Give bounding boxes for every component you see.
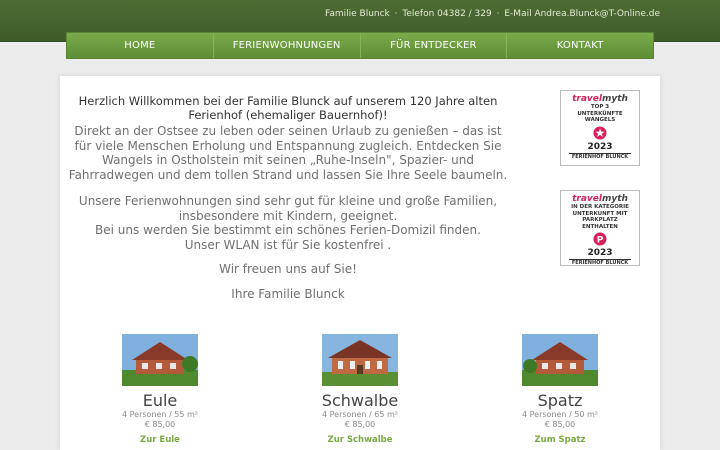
apartment-link[interactable]: Zur Schwalbe bbox=[300, 435, 420, 445]
badge-brand: travelmyth bbox=[572, 94, 628, 104]
apartment-info: 4 Personen / 65 m² bbox=[321, 410, 398, 419]
apartment-price: € 85,00 bbox=[344, 420, 376, 429]
badge-line: WANGELS bbox=[584, 117, 616, 123]
nav-item-ferienwohnungen[interactable]: FERIENWOHNUNGEN bbox=[213, 33, 361, 58]
apartment-link[interactable]: Zum Spatz bbox=[500, 435, 620, 445]
svg-text:P: P bbox=[597, 235, 604, 245]
family-paragraph-line: Unsere Ferienwohnungen sind sehr gut für… bbox=[78, 194, 498, 223]
award-badge-top3[interactable]: travelmyth TOP 3 UNTERKÜNFTE WANGELS 202… bbox=[560, 90, 640, 166]
main-nav: HOME FERIENWOHNUNGEN FÜR ENTDECKER KONTA… bbox=[66, 32, 654, 59]
apartment-card-eule: Eule 4 Personen / 55 m² € 85,00 Zur Eule bbox=[100, 334, 220, 445]
separator: · bbox=[496, 9, 500, 19]
apartment-link[interactable]: Zur Eule bbox=[100, 435, 220, 445]
contact-email[interactable]: E-Mail Andrea.Blunck@T-Online.de bbox=[504, 9, 660, 19]
apartment-photo[interactable] bbox=[322, 334, 398, 386]
badge-farm: FERIENHOF BLUNCK bbox=[569, 259, 631, 267]
apartment-price: € 85,00 bbox=[144, 420, 176, 429]
apartment-card-schwalbe: Schwalbe 4 Personen / 65 m² € 85,00 Zur … bbox=[300, 334, 420, 445]
apartment-card-spatz: Spatz 4 Personen / 50 m² € 85,00 Zum Spa… bbox=[500, 334, 620, 445]
closing-text: Wir freuen uns auf Sie! bbox=[219, 262, 357, 276]
apartment-photo[interactable] bbox=[122, 334, 198, 386]
parking-icon: P bbox=[593, 232, 607, 246]
welcome-heading: Herzlich Willkommen bei der Familie Blun… bbox=[78, 94, 498, 122]
star-icon bbox=[593, 126, 607, 139]
wlan-note: Unser WLAN ist für Sie kostenfrei . bbox=[184, 237, 392, 252]
contact-phone[interactable]: Telefon 04382 / 329 bbox=[402, 9, 491, 19]
intro-paragraph: Direkt an der Ostsee zu leben oder seine… bbox=[68, 124, 508, 182]
apartment-name: Spatz bbox=[537, 391, 583, 410]
apartment-info: 4 Personen / 50 m² bbox=[521, 410, 598, 419]
content-panel: Herzlich Willkommen bei der Familie Blun… bbox=[60, 76, 660, 450]
badge-line: IN DER KATEGORIE bbox=[571, 204, 629, 210]
contact-line: Familie Blunck · Telefon 04382 / 329 · E… bbox=[323, 9, 660, 19]
badge-year: 2023 bbox=[587, 248, 613, 258]
apartment-name: Schwalbe bbox=[321, 391, 399, 410]
badge-farm: FERIENHOF BLUNCK bbox=[569, 152, 631, 161]
intro-section: Herzlich Willkommen bei der Familie Blun… bbox=[68, 94, 508, 301]
nav-item-kontakt[interactable]: KONTAKT bbox=[507, 33, 653, 58]
nav-item-fuer-entdecker[interactable]: FÜR ENTDECKER bbox=[360, 33, 508, 58]
award-badge-parking[interactable]: travelmyth IN DER KATEGORIE UNTERKUNFT M… bbox=[560, 190, 640, 266]
apartment-name: Eule bbox=[142, 391, 178, 410]
badge-line: ENTHALTEN bbox=[582, 223, 618, 230]
family-paragraph-line: Bei uns werden Sie bestimmt ein schönes … bbox=[95, 223, 481, 237]
badge-year: 2023 bbox=[587, 141, 613, 152]
badge-line: UNTERKUNFT MIT PARKPLATZ bbox=[572, 210, 628, 224]
signature-text: Ihre Familie Blunck bbox=[231, 286, 345, 301]
nav-item-home[interactable]: HOME bbox=[67, 33, 214, 58]
apartment-photo[interactable] bbox=[522, 334, 598, 386]
contact-name: Familie Blunck bbox=[324, 9, 390, 19]
apartment-price: € 85,00 bbox=[544, 420, 576, 429]
apartment-info: 4 Personen / 55 m² bbox=[121, 410, 198, 419]
separator: · bbox=[394, 9, 398, 19]
badge-brand: travelmyth bbox=[572, 194, 628, 204]
